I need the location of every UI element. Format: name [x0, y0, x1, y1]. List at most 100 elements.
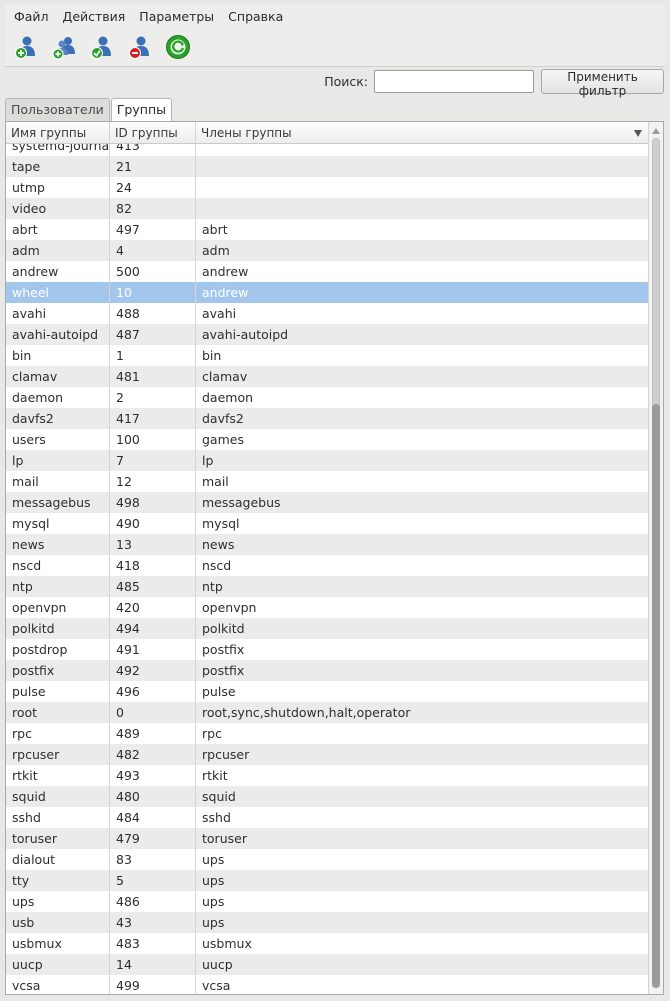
group-members-cell: andrew [202, 264, 249, 279]
table-row[interactable]: postfix 492 postfix [6, 660, 648, 681]
table-row[interactable]: abrt 497 abrt [6, 219, 648, 240]
group-id-cell: 10 [110, 282, 196, 303]
table-row[interactable]: tty 5 ups [6, 870, 648, 891]
group-name-cell: sshd [6, 807, 110, 828]
refresh-button[interactable] [163, 32, 193, 62]
table-row[interactable]: nscd 418 nscd [6, 555, 648, 576]
group-id-cell: 5 [110, 870, 196, 891]
menu-bar: Файл Действия Параметры Справка [5, 4, 665, 28]
group-members-cell: abrt [202, 222, 228, 237]
column-header-group-name[interactable]: Имя группы [6, 122, 110, 144]
table-row[interactable]: avahi 488 avahi [6, 303, 648, 324]
table-row[interactable]: avahi-autoipd 487 avahi-autoipd [6, 324, 648, 345]
table-row[interactable]: rpcuser 482 rpcuser [6, 744, 648, 765]
table-row[interactable]: messagebus 498 messagebus [6, 492, 648, 513]
group-name-cell: uucp [6, 954, 110, 975]
group-members-cell: news [202, 537, 235, 552]
refresh-icon [166, 35, 190, 59]
sort-arrow-icon[interactable] [634, 130, 642, 137]
table-row[interactable]: polkitd 494 polkitd [6, 618, 648, 639]
table-row[interactable]: mail 12 mail [6, 471, 648, 492]
table-row[interactable]: rtkit 493 rtkit [6, 765, 648, 786]
group-members-cell: ups [202, 873, 225, 888]
group-members-cell: ntp [202, 579, 223, 594]
table-row[interactable]: daemon 2 daemon [6, 387, 648, 408]
table-row[interactable]: root 0 root,sync,shutdown,halt,operator [6, 702, 648, 723]
delete-button[interactable] [125, 32, 155, 62]
table-row[interactable]: usb 43 ups [6, 912, 648, 933]
table-row[interactable]: openvpn 420 openvpn [6, 597, 648, 618]
menu-actions[interactable]: Действия [56, 9, 133, 24]
table-row[interactable]: dialout 83 ups [6, 849, 648, 870]
column-header-group-members[interactable]: Члены группы [196, 122, 648, 144]
table-row[interactable]: utmp 24 [6, 177, 648, 198]
group-members-cell: pulse [202, 684, 236, 699]
column-header-members-label: Члены группы [201, 126, 292, 140]
group-name-cell: nscd [6, 555, 110, 576]
table-row[interactable]: tape 21 [6, 156, 648, 177]
group-id-cell: 24 [110, 177, 196, 198]
column-header-group-id[interactable]: ID группы [110, 122, 196, 144]
group-members-cell: ups [202, 852, 225, 867]
group-id-cell: 7 [110, 450, 196, 471]
group-name-cell: root [6, 702, 110, 723]
table-row[interactable]: users 100 games [6, 429, 648, 450]
group-members-cell: games [202, 432, 244, 447]
properties-button[interactable] [87, 32, 117, 62]
group-id-cell: 83 [110, 849, 196, 870]
group-name-cell: mysql [6, 513, 110, 534]
table-row[interactable]: systemd-journal 413 [6, 144, 648, 156]
table-row[interactable]: rpc 489 rpc [6, 723, 648, 744]
table-row[interactable]: ups 486 ups [6, 891, 648, 912]
table-row[interactable]: andrew 500 andrew [6, 261, 648, 282]
tab-users[interactable]: Пользователи [5, 98, 110, 121]
table-row[interactable]: davfs2 417 davfs2 [6, 408, 648, 429]
table-row[interactable]: sshd 484 sshd [6, 807, 648, 828]
table-row[interactable]: wheel 10 andrew [6, 282, 648, 303]
table-row[interactable]: ntp 485 ntp [6, 576, 648, 597]
table-row[interactable]: uucp 14 uucp [6, 954, 648, 975]
search-input[interactable] [374, 70, 534, 93]
tab-groups[interactable]: Группы [110, 98, 172, 122]
table-row[interactable]: vcsa 499 vcsa [6, 975, 648, 994]
table-row[interactable]: adm 4 adm [6, 240, 648, 261]
add-group-button[interactable] [49, 32, 79, 62]
menu-settings[interactable]: Параметры [132, 9, 221, 24]
group-name-cell: daemon [6, 387, 110, 408]
add-user-button[interactable] [11, 32, 41, 62]
menu-help[interactable]: Справка [221, 9, 290, 24]
table-row[interactable]: news 13 news [6, 534, 648, 555]
group-members-cell: lp [202, 453, 214, 468]
group-id-cell: 14 [110, 954, 196, 975]
group-id-cell: 482 [110, 744, 196, 765]
group-name-cell: abrt [6, 219, 110, 240]
group-name-cell: adm [6, 240, 110, 261]
table-row[interactable]: squid 480 squid [6, 786, 648, 807]
group-name-cell: dialout [6, 849, 110, 870]
table-row[interactable]: usbmux 483 usbmux [6, 933, 648, 954]
table-row[interactable]: postdrop 491 postfix [6, 639, 648, 660]
groups-table[interactable]: systemd-journal 413 tape 21 utmp 24 video 82 abr… [6, 144, 648, 994]
scrollbar-thumb[interactable] [652, 404, 660, 988]
table-row[interactable]: lp 7 lp [6, 450, 648, 471]
menu-file[interactable]: Файл [7, 9, 56, 24]
group-members-cell: uucp [202, 957, 233, 972]
group-members-cell: rpcuser [202, 747, 250, 762]
group-id-cell: 417 [110, 408, 196, 429]
group-members-cell: davfs2 [202, 411, 244, 426]
table-row[interactable]: mysql 490 mysql [6, 513, 648, 534]
group-id-cell: 100 [110, 429, 196, 450]
table-row[interactable]: bin 1 bin [6, 345, 648, 366]
group-name-cell: avahi [6, 303, 110, 324]
apply-filter-button[interactable]: Применить фильтр [541, 69, 664, 98]
table-row[interactable]: clamav 481 clamav [6, 366, 648, 387]
group-name-cell: pulse [6, 681, 110, 702]
vertical-scrollbar[interactable] [648, 122, 663, 994]
table-row[interactable]: pulse 496 pulse [6, 681, 648, 702]
group-name-cell: usbmux [6, 933, 110, 954]
table-row[interactable]: toruser 479 toruser [6, 828, 648, 849]
table-row[interactable]: video 82 [6, 198, 648, 219]
group-id-cell: 499 [110, 975, 196, 994]
scroll-up-arrow-icon[interactable] [652, 128, 660, 134]
group-name-cell: squid [6, 786, 110, 807]
